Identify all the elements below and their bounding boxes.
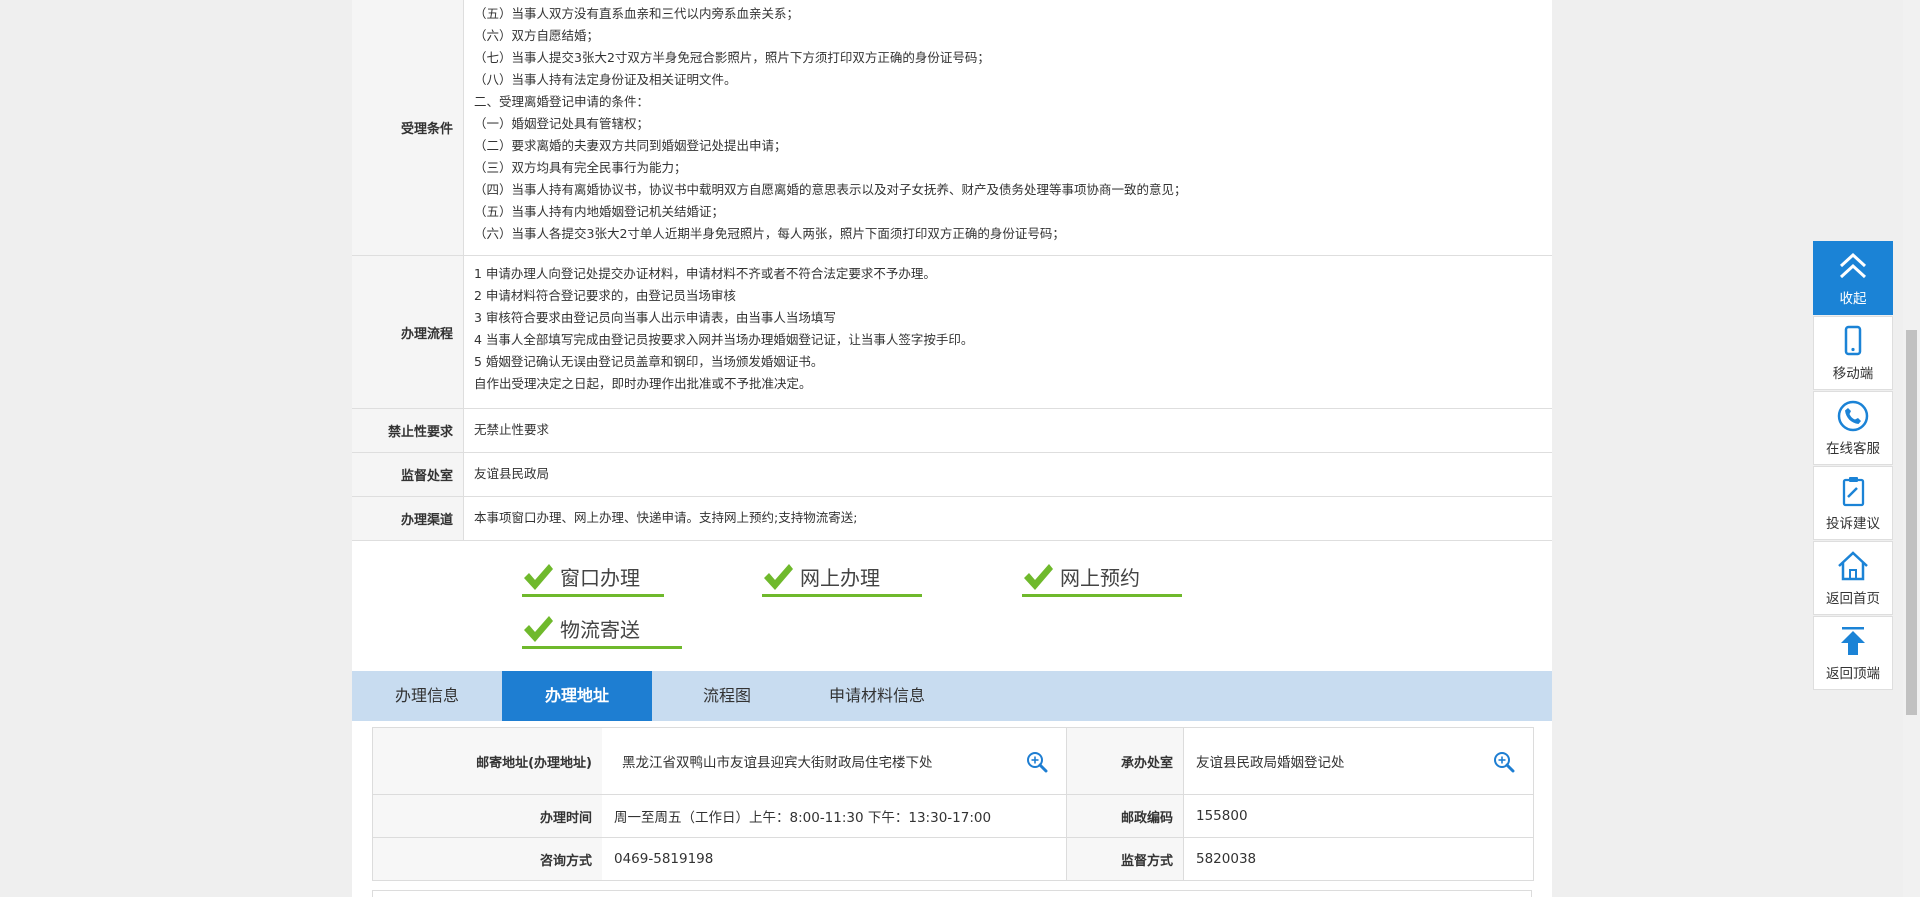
conditions-line: （八）当事人持有法定身份证及相关证明文件。 <box>474 72 737 87</box>
zoom-icon[interactable] <box>1493 751 1515 773</box>
phone-icon <box>1837 400 1869 432</box>
mobile-label: 移动端 <box>1832 366 1874 382</box>
prohibition-label: 禁止性要求 <box>352 409 464 452</box>
consult-label: 咨询方式 <box>373 838 602 880</box>
process-line: 自作出受理决定之日起，即时办理作出批准或不予批准决定。 <box>474 376 812 391</box>
tab-flowchart[interactable]: 流程图 <box>652 671 802 721</box>
home-button[interactable]: 返回首页 <box>1813 541 1893 615</box>
address-table: 邮寄地址(办理地址) 黑龙江省双鸭山市友谊县迎宾大街财政局住宅楼下处 承办处室 … <box>372 727 1534 881</box>
channel-label: 窗口办理 <box>560 566 640 590</box>
hours-label: 办理时间 <box>373 795 602 837</box>
channel-list: 窗口办理 网上办理 网上预约 物流寄送 <box>352 541 1552 671</box>
info-row-supervision: 监督处室 友谊县民政局 <box>352 453 1552 497</box>
process-line: 1 申请办理人向登记处提交办证材料，申请材料不齐或者不符合法定要求不予办理。 <box>474 266 936 281</box>
mail-address-label: 邮寄地址(办理地址) <box>373 728 602 794</box>
process-line: 3 审核符合要求由登记员向当事人出示申请表，由当事人当场填写 <box>474 310 836 325</box>
checkmark-icon <box>764 563 793 590</box>
back-to-top-label: 返回顶端 <box>1826 666 1880 682</box>
hours-row: 办理时间 周一至周五（工作日）上午：8:00-11:30 下午：13:30-17… <box>373 795 1533 838</box>
supervise-value: 5820038 <box>1183 838 1533 880</box>
double-chevron-up-icon <box>1839 252 1867 279</box>
supervision-label: 监督处室 <box>352 453 464 496</box>
supervise-label: 监督方式 <box>1067 838 1183 880</box>
office-text: 友谊县民政局婚姻登记处 <box>1196 755 1345 771</box>
supervision-value: 友谊县民政局 <box>474 466 550 481</box>
checkmark-icon <box>1024 563 1053 590</box>
checkmark-icon <box>524 615 553 642</box>
collapse-label: 收起 <box>1839 291 1867 307</box>
channel-label: 办理渠道 <box>352 497 464 540</box>
home-label: 返回首页 <box>1826 591 1880 607</box>
info-row-prohibition: 禁止性要求 无禁止性要求 <box>352 409 1552 453</box>
conditions-content: （五）当事人双方没有直系血亲和三代以内旁系血亲关系； （六）双方自愿结婚； （七… <box>464 0 1552 255</box>
tab-bar: 办理信息 办理地址 流程图 申请材料信息 <box>352 671 1552 721</box>
mail-address-text: 黑龙江省双鸭山市友谊县迎宾大街财政局住宅楼下处 <box>622 755 933 771</box>
zoom-icon[interactable] <box>1026 751 1048 773</box>
office-label: 承办处室 <box>1067 728 1183 794</box>
consult-value: 0469-5819198 <box>602 838 1067 880</box>
address-row: 邮寄地址(办理地址) 黑龙江省双鸭山市友谊县迎宾大街财政局住宅楼下处 承办处室 … <box>373 728 1533 795</box>
side-toolbar: 收起 移动端 在线客服 投诉建议 返回首页 返回顶端 <box>1813 241 1893 691</box>
conditions-line: （三）双方均具有完全民事行为能力； <box>474 160 687 175</box>
tab-handling-info[interactable]: 办理信息 <box>352 671 502 721</box>
office-value: 友谊县民政局婚姻登记处 <box>1183 728 1533 794</box>
main-content: 受理条件 （五）当事人双方没有直系血亲和三代以内旁系血亲关系； （六）双方自愿结… <box>352 0 1552 897</box>
scrollbar-thumb[interactable] <box>1906 330 1917 715</box>
info-row-conditions: 受理条件 （五）当事人双方没有直系血亲和三代以内旁系血亲关系； （六）双方自愿结… <box>352 0 1552 256</box>
collapse-button[interactable]: 收起 <box>1813 241 1893 315</box>
arrow-up-icon <box>1841 627 1865 655</box>
mobile-button[interactable]: 移动端 <box>1813 316 1893 390</box>
page-scrollbar[interactable] <box>1903 0 1920 897</box>
tab-materials[interactable]: 申请材料信息 <box>802 671 952 721</box>
process-line: 4 当事人全部填写完成由登记员按要求入网并当场办理婚姻登记证，让当事人签字按手印… <box>474 332 974 347</box>
conditions-line: （六）双方自愿结婚； <box>474 28 600 43</box>
prohibition-value: 无禁止性要求 <box>474 422 550 437</box>
channel-label: 网上预约 <box>1060 566 1140 590</box>
conditions-label: 受理条件 <box>352 0 464 255</box>
tab-handling-address[interactable]: 办理地址 <box>502 671 652 721</box>
process-line: 2 申请材料符合登记要求的，由登记员当场审核 <box>474 288 736 303</box>
process-line: 5 婚姻登记确认无误由登记员盖章和钢印，当场颁发婚姻证书。 <box>474 354 824 369</box>
postcode-value: 155800 <box>1183 795 1533 837</box>
complaint-button[interactable]: 投诉建议 <box>1813 466 1893 540</box>
info-row-channel: 办理渠道 本事项窗口办理、网上办理、快递申请。支持网上预约;支持物流寄送; <box>352 497 1552 541</box>
checkmark-icon <box>524 563 553 590</box>
next-table-edge <box>372 890 1532 897</box>
channel-online: 网上办理 <box>762 559 922 597</box>
channel-label: 物流寄送 <box>560 618 640 642</box>
conditions-line: （一）婚姻登记处具有管辖权； <box>474 116 650 131</box>
process-content: 1 申请办理人向登记处提交办证材料，申请材料不齐或者不符合法定要求不予办理。 2… <box>464 256 1552 408</box>
home-icon <box>1838 551 1868 581</box>
channel-label: 网上办理 <box>800 566 880 590</box>
hours-value: 周一至周五（工作日）上午：8:00-11:30 下午：13:30-17:00 <box>602 795 1067 837</box>
conditions-line: （四）当事人持有离婚协议书，协议书中载明双方自愿离婚的意思表示以及对子女抚养、财… <box>474 182 1187 197</box>
online-service-label: 在线客服 <box>1826 441 1880 457</box>
complaint-label: 投诉建议 <box>1826 516 1880 532</box>
back-to-top-button[interactable]: 返回顶端 <box>1813 616 1893 690</box>
channel-value: 本事项窗口办理、网上办理、快递申请。支持网上预约;支持物流寄送; <box>474 510 858 525</box>
online-service-button[interactable]: 在线客服 <box>1813 391 1893 465</box>
clipboard-pen-icon <box>1842 477 1865 507</box>
mail-address-value: 黑龙江省双鸭山市友谊县迎宾大街财政局住宅楼下处 <box>602 728 1067 794</box>
conditions-line: 二、受理离婚登记申请的条件： <box>474 94 650 109</box>
channel-appointment: 网上预约 <box>1022 559 1182 597</box>
channel-window: 窗口办理 <box>522 559 664 597</box>
mobile-phone-icon <box>1844 325 1862 356</box>
channel-logistics: 物流寄送 <box>522 611 682 649</box>
conditions-line: （五）当事人持有内地婚姻登记机关结婚证； <box>474 204 725 219</box>
postcode-label: 邮政编码 <box>1067 795 1183 837</box>
process-label: 办理流程 <box>352 256 464 408</box>
conditions-line: （二）要求离婚的夫妻双方共同到婚姻登记处提出申请； <box>474 138 787 153</box>
conditions-line: （六）当事人各提交3张大2寸单人近期半身免冠照片，每人两张，照片下面须打印双方正… <box>474 226 1065 241</box>
info-row-process: 办理流程 1 申请办理人向登记处提交办证材料，申请材料不齐或者不符合法定要求不予… <box>352 256 1552 409</box>
conditions-line: （七）当事人提交3张大2寸双方半身免冠合影照片，照片下方须打印双方正确的身份证号… <box>474 50 990 65</box>
conditions-line: （五）当事人双方没有直系血亲和三代以内旁系血亲关系； <box>474 6 800 21</box>
consult-row: 咨询方式 0469-5819198 监督方式 5820038 <box>373 838 1533 881</box>
